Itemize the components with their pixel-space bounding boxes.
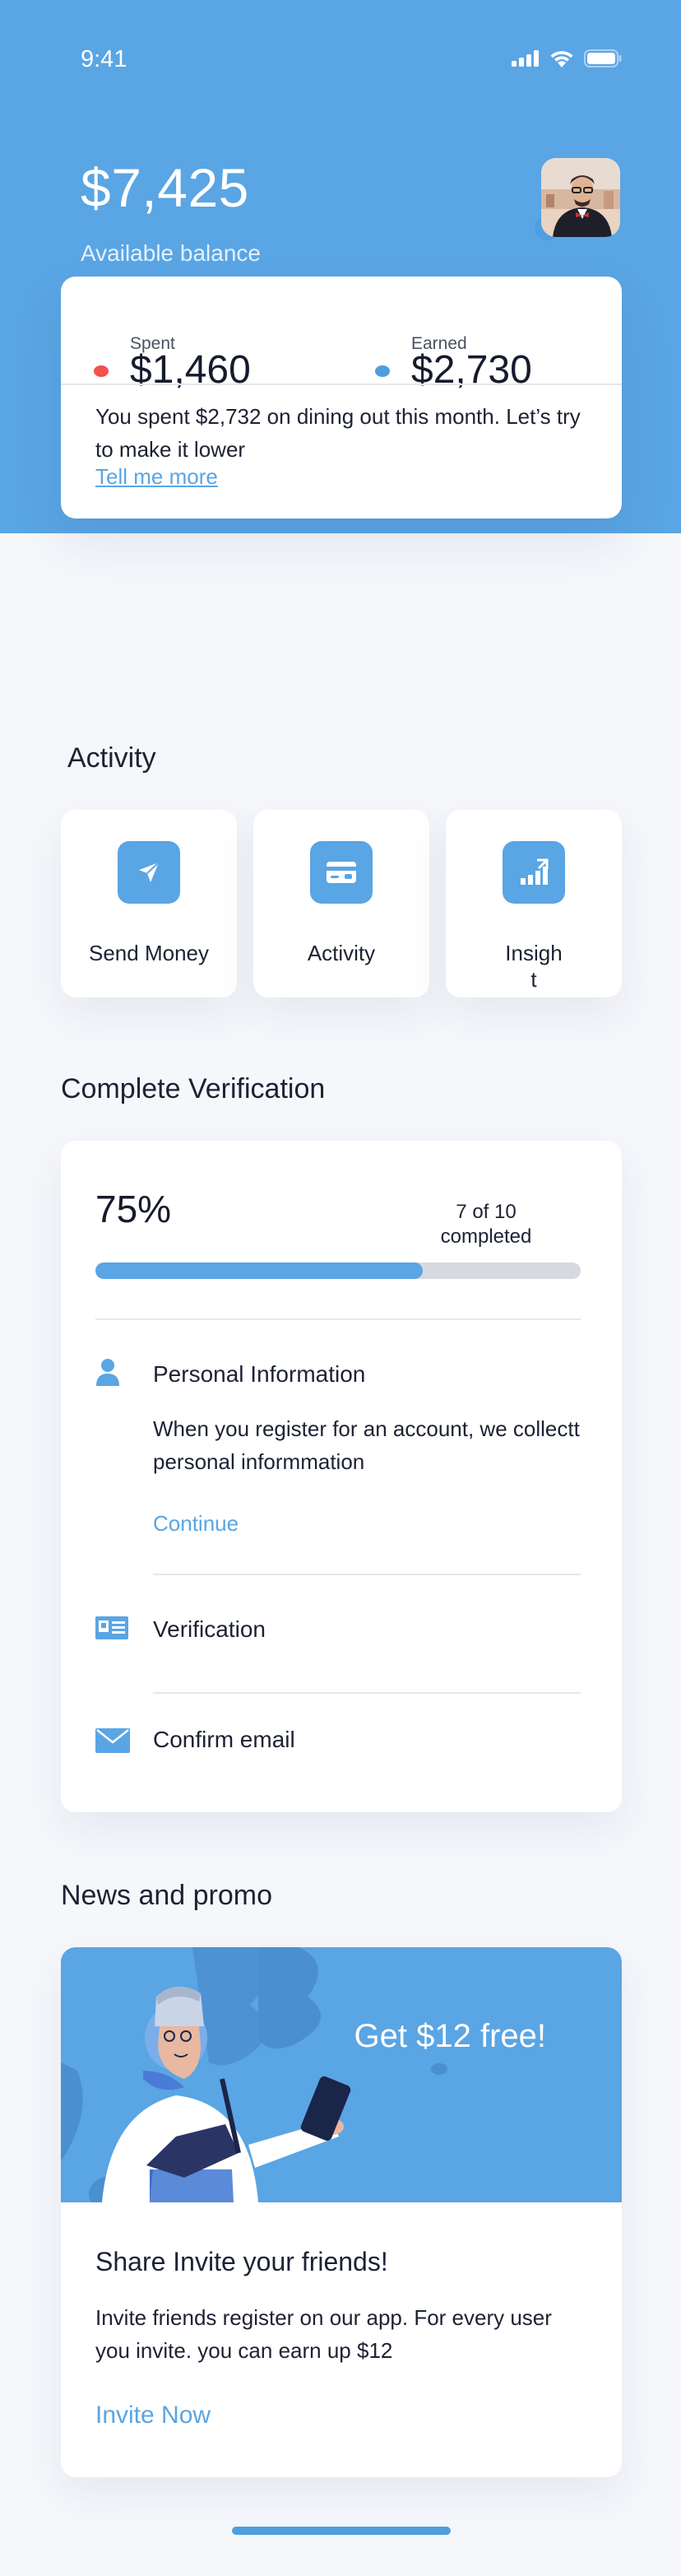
status-bar: 9:41	[0, 0, 681, 82]
spending-summary-card: Spent $1,460 Earned $2,730 You spent $2,…	[61, 277, 622, 518]
verification-card: 75% 7 of 10 completed Personal Informati…	[61, 1141, 622, 1812]
summary-divider	[61, 384, 622, 385]
paper-plane-icon	[118, 841, 180, 904]
verification-progress-track	[95, 1262, 581, 1279]
step-title-verification: Verification	[153, 1616, 266, 1642]
send-money-label: Send Money	[89, 941, 209, 965]
promo-title: Share Invite your friends!	[95, 2247, 388, 2276]
available-balance-amount: $7,425	[81, 157, 249, 218]
step-divider-2	[153, 1692, 581, 1694]
promo-description: Invite friends register on our app. For …	[95, 2305, 552, 2363]
activity-label: Activity	[307, 941, 376, 965]
home-indicator[interactable]	[232, 2527, 451, 2535]
earned-indicator-dot	[375, 365, 390, 377]
invite-promo-card[interactable]: Get $12 free! Share Invite your friends!…	[61, 1947, 622, 2477]
promo-banner-text: Get $12 free!	[354, 2018, 546, 2054]
wifi-icon	[550, 51, 573, 67]
verification-section-title: Complete Verification	[61, 1073, 326, 1104]
avatar-portrait	[541, 158, 620, 237]
tell-me-more-link[interactable]: Tell me more	[95, 464, 218, 490]
step-title-personal-information: Personal Information	[153, 1361, 366, 1387]
step-description-personal-information: When you register for an account, we col…	[153, 1416, 580, 1474]
progress-divider	[95, 1318, 581, 1320]
battery-icon	[584, 49, 622, 67]
insight-label-text: Insigh t	[505, 941, 563, 992]
verification-count: 7 of 10 completed	[440, 1201, 532, 1248]
status-time: 9:41	[81, 46, 127, 72]
continue-link[interactable]: Continue	[153, 1511, 239, 1537]
activity-button[interactable]: Activity	[253, 810, 429, 997]
promo-banner: Get $12 free!	[61, 1947, 622, 2212]
earned-amount: $2,730	[411, 348, 532, 392]
status-icons	[512, 49, 622, 67]
news-section-title: News and promo	[61, 1880, 273, 1911]
user-icon	[96, 1359, 119, 1386]
envelope-icon	[95, 1728, 130, 1753]
activity-section-title: Activity	[67, 742, 156, 774]
step-title-confirm-email: Confirm email	[153, 1727, 295, 1752]
credit-card-icon	[310, 841, 373, 904]
step-divider-1	[153, 1574, 581, 1575]
insight-label: Insigh t	[446, 940, 622, 993]
available-balance-label: Available balance	[81, 240, 261, 266]
spending-insight-message: You spent $2,732 on dining out this mont…	[95, 404, 581, 462]
cellular-signal-icon	[512, 50, 539, 67]
promo-illustration	[61, 1947, 447, 2212]
verification-progress-fill	[95, 1262, 424, 1279]
invite-now-link[interactable]: Invite Now	[95, 2402, 211, 2430]
verification-percent: 75%	[95, 1188, 172, 1230]
insight-button[interactable]: Insigh t	[446, 810, 622, 997]
spent-indicator-dot	[94, 365, 109, 377]
spent-amount: $1,460	[130, 348, 251, 392]
send-money-button[interactable]: Send Money	[61, 810, 237, 997]
id-card-icon	[95, 1616, 128, 1639]
avatar[interactable]	[541, 158, 620, 237]
bar-chart-up-icon	[503, 841, 565, 904]
